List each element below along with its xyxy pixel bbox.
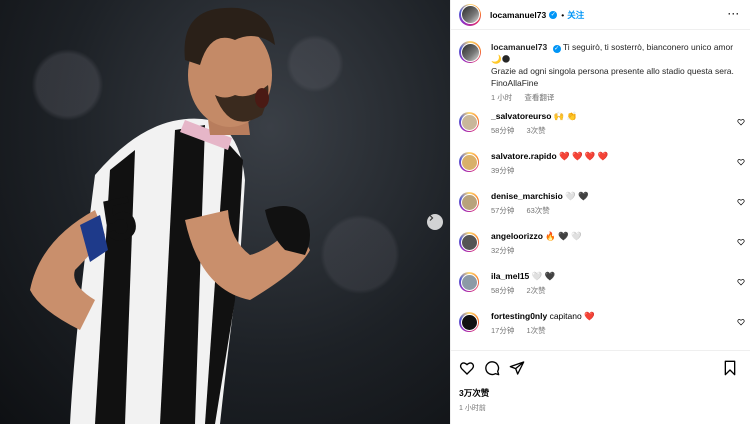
comment-text: 🤍 🖤 — [565, 191, 589, 201]
heart-icon[interactable] — [459, 360, 475, 376]
commenter-username[interactable]: fortesting0nly — [491, 311, 547, 321]
comment-likes[interactable]: 3次赞 — [526, 126, 545, 135]
translate-link[interactable]: 查看翻译 — [524, 93, 554, 102]
comment-time: 17分钟 — [491, 326, 515, 335]
comment-likes[interactable]: 63次赞 — [526, 206, 549, 215]
post-details-panel: locamanuel73 ✓ • 关注 ··· locamanuel73 ✓ T… — [450, 0, 750, 424]
author-avatar[interactable] — [459, 3, 481, 26]
share-icon[interactable] — [509, 360, 525, 376]
comment-time: 39分钟 — [491, 166, 515, 175]
comment-text: 🤍 🖤 — [531, 271, 556, 281]
commenter-avatar[interactable] — [459, 232, 479, 252]
caption-time: 1 小时 — [491, 93, 513, 102]
comment-heart-icon[interactable] — [737, 198, 745, 206]
comment-time: 58分钟 — [491, 126, 515, 135]
comment-row: denise_marchisio 🤍 🖤 57分钟 63次赞 — [451, 190, 750, 230]
comments-list: _salvatoreurso 🙌 👏 58分钟 3次赞 salvatore.ra… — [451, 110, 750, 350]
comment-row: angeloorizzo 🔥 🖤 🤍 32分钟 — [451, 230, 750, 270]
player-photo: 5 — [30, 7, 310, 424]
commenter-avatar[interactable] — [459, 192, 479, 212]
caption-avatar[interactable] — [459, 41, 481, 63]
caption-text-line2: 🌙🌑 — [491, 54, 511, 64]
comment-time: 58分钟 — [491, 286, 515, 295]
commenter-avatar[interactable] — [459, 312, 479, 332]
comment-text: 🙌 👏 — [553, 111, 578, 121]
caption-text-line1: Ti seguirò, ti sosterrò, bianconero unic… — [562, 42, 734, 52]
comment-text: capitano ❤️ — [549, 311, 595, 321]
comment-text: ❤️ ❤️ ❤️ ❤️ — [559, 151, 609, 161]
comment-heart-icon[interactable] — [737, 278, 745, 286]
comment-heart-icon[interactable] — [737, 158, 745, 166]
follow-button[interactable]: 关注 — [567, 9, 584, 21]
commenter-username[interactable]: salvatore.rapido — [491, 151, 557, 161]
commenter-username[interactable]: angeloorizzo — [491, 231, 543, 241]
post-timestamp: 1 小时前 — [459, 405, 486, 412]
separator-dot: • — [561, 9, 565, 20]
comment-likes[interactable]: 1次赞 — [526, 326, 545, 335]
comment-heart-icon[interactable] — [737, 238, 745, 246]
commenter-username[interactable]: ila_mel15 — [491, 271, 529, 281]
chevron-right-icon — [429, 215, 434, 221]
action-bar: 3万次赞 1 小时前 — [451, 350, 750, 413]
likes-count[interactable]: 3万次赞 — [459, 387, 742, 399]
commenter-username[interactable]: denise_marchisio — [491, 191, 563, 201]
comment-time: 57分钟 — [491, 206, 515, 215]
next-image-button[interactable] — [427, 214, 443, 230]
comment-row: ila_mel15 🤍 🖤 58分钟 2次赞 — [451, 270, 750, 310]
more-options-button[interactable]: ··· — [728, 9, 740, 19]
comment-text: 🔥 🖤 🤍 — [545, 231, 582, 241]
verified-icon: ✓ — [552, 45, 561, 53]
verified-icon: ✓ — [549, 10, 558, 19]
comment-heart-icon[interactable] — [737, 318, 745, 326]
post-caption: locamanuel73 ✓ Ti seguirò, ti sosterrò, … — [451, 30, 750, 103]
caption-text-line3: Grazie ad ogni singola persona presente … — [491, 66, 734, 76]
comment-heart-icon[interactable] — [737, 118, 745, 126]
comment-time: 32分钟 — [491, 246, 515, 255]
commenter-username[interactable]: _salvatoreurso — [491, 111, 551, 121]
author-username[interactable]: locamanuel73 — [490, 10, 546, 20]
bookmark-icon[interactable] — [722, 360, 738, 376]
post-header: locamanuel73 ✓ • 关注 ··· — [451, 0, 750, 30]
comment-row: _salvatoreurso 🙌 👏 58分钟 3次赞 — [451, 110, 750, 150]
post-media[interactable]: 5 — [0, 0, 450, 424]
comment-row: fortesting0nly capitano ❤️ 17分钟 1次赞 — [451, 310, 750, 350]
commenter-avatar[interactable] — [459, 272, 479, 292]
comment-row: salvatore.rapido ❤️ ❤️ ❤️ ❤️ 39分钟 — [451, 150, 750, 190]
commenter-avatar[interactable] — [459, 152, 479, 172]
comment-icon[interactable] — [484, 360, 500, 376]
comment-likes[interactable]: 2次赞 — [526, 286, 545, 295]
caption-username[interactable]: locamanuel73 — [491, 42, 547, 52]
caption-hashtag[interactable]: FinoAllaFine — [491, 78, 538, 88]
commenter-avatar[interactable] — [459, 112, 479, 132]
